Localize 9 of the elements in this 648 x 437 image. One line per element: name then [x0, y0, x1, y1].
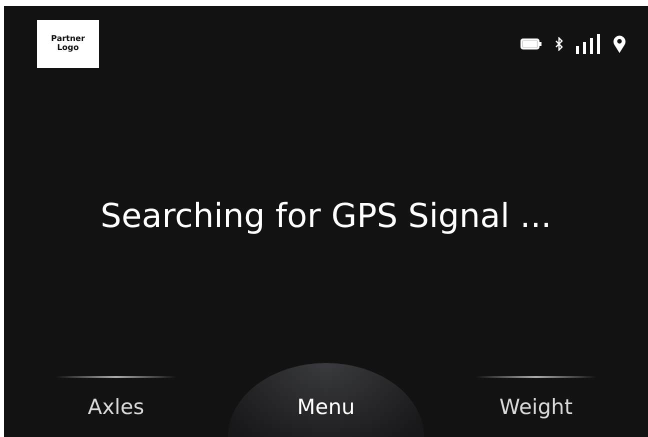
nav-tab[interactable]: Menu: [228, 363, 424, 437]
partner-logo: Partner Logo: [37, 20, 99, 68]
location-pin-icon: [613, 35, 626, 53]
nav-tab[interactable]: Weight: [424, 363, 648, 437]
status-message: Searching for GPS Signal ...: [100, 196, 552, 235]
signal-icon: [576, 34, 600, 54]
bluetooth-icon: [555, 37, 563, 51]
battery-icon: [520, 38, 542, 50]
nav-tab[interactable]: Axles: [4, 363, 228, 437]
